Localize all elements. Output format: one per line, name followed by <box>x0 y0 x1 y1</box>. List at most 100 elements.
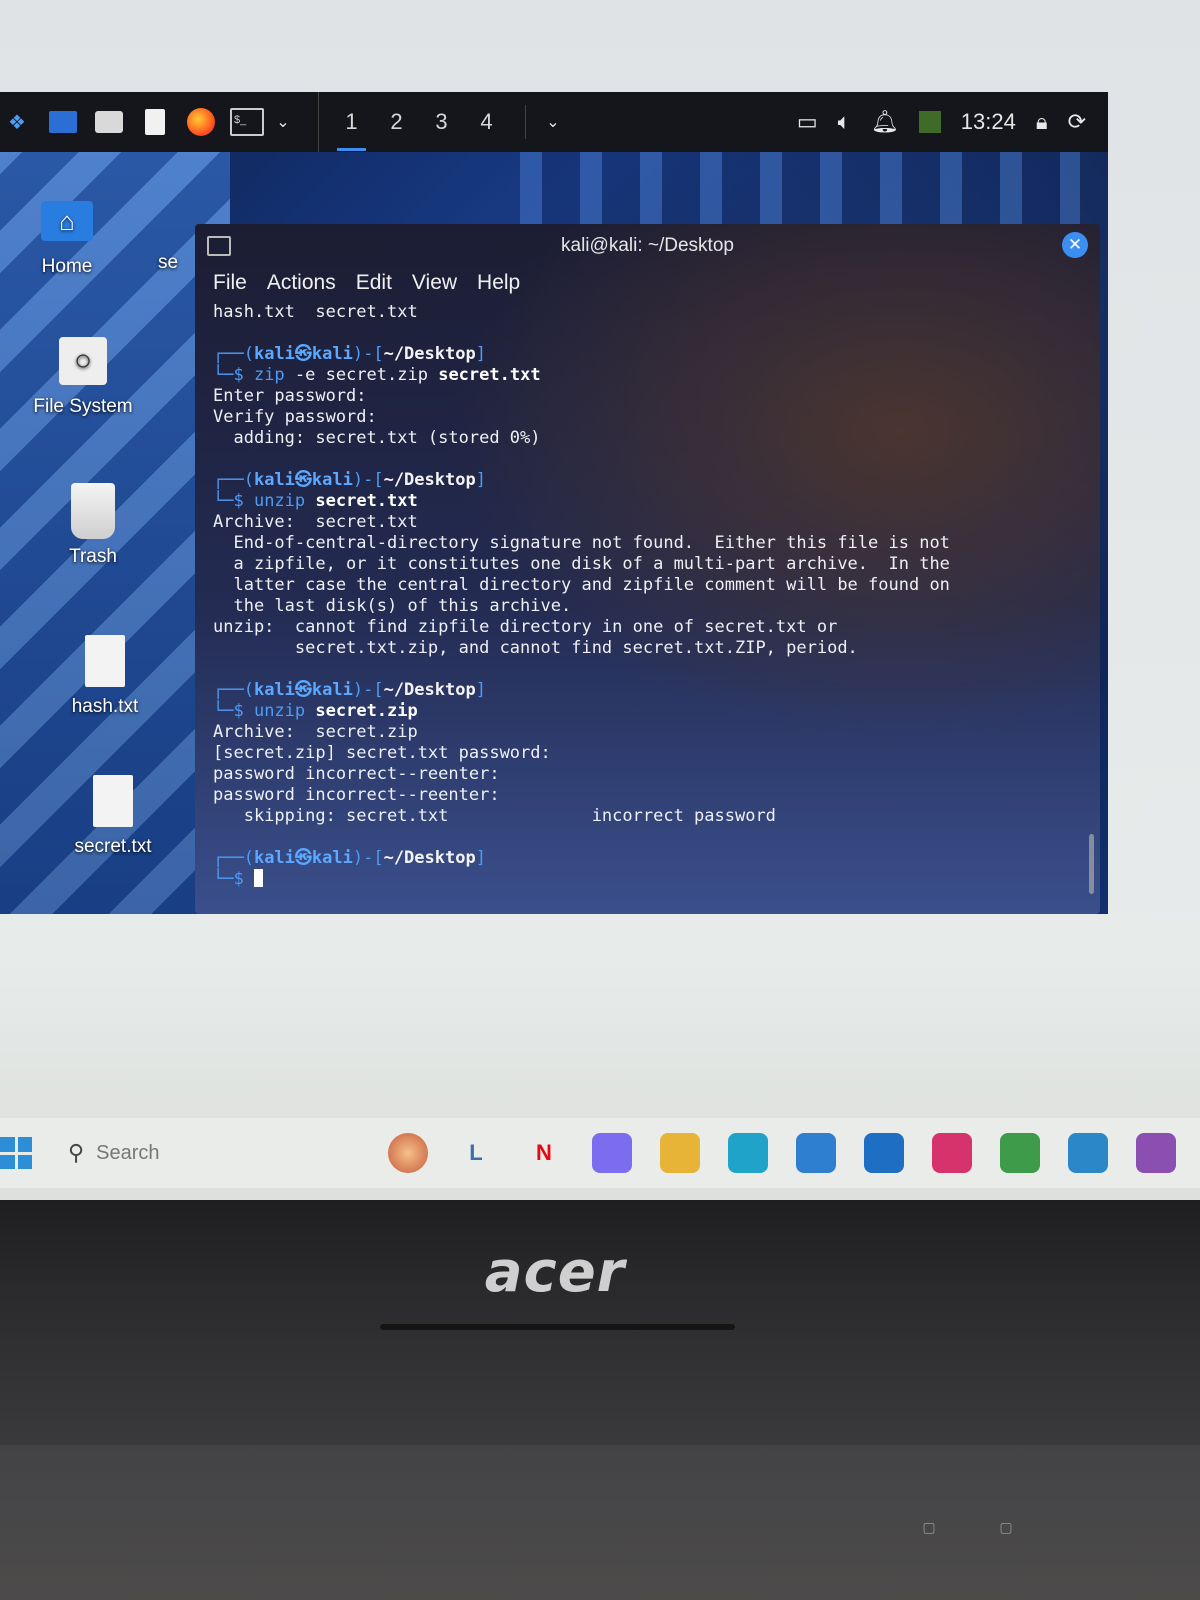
kali-menu-icon[interactable]: ❖ <box>0 105 34 139</box>
terminal-output[interactable]: hash.txt secret.txt ┌──(kali㉿kali)-[~/De… <box>195 302 1100 890</box>
desktop-icon-label: secret.txt <box>74 836 152 857</box>
brand-logo: acer <box>484 1240 626 1305</box>
workspace-4[interactable]: 4 <box>464 109 509 135</box>
lock-icon[interactable]: 🔒︎ <box>1036 109 1048 135</box>
output-line: the last disk(s) of this archive. <box>213 596 1086 617</box>
search-box[interactable]: ⚲ Search <box>68 1140 268 1166</box>
firefox-icon[interactable] <box>184 105 218 139</box>
prompt-dir: ~/Desktop <box>383 470 476 490</box>
volume-icon[interactable]: 🔈︎ <box>838 109 851 135</box>
photo-icon[interactable] <box>1136 1133 1176 1173</box>
prompt-at: ㉿ <box>294 848 312 868</box>
windows-start-icon[interactable] <box>0 1137 32 1169</box>
workspace-1[interactable]: 1 <box>329 109 374 151</box>
taskbar-apps: LN <box>388 1133 1176 1173</box>
instagram-icon[interactable] <box>932 1133 972 1173</box>
output-line: Verify password: <box>213 407 1086 428</box>
prompt-bracket: )-[ <box>352 680 384 700</box>
logout-icon[interactable]: ⟳ <box>1068 109 1086 135</box>
desktop-icon-hash-txt[interactable]: hash.txt <box>40 632 170 718</box>
prompt-dollar: └─$ <box>213 365 254 385</box>
vs-icon[interactable] <box>1068 1133 1108 1173</box>
menu-file[interactable]: File <box>213 271 247 295</box>
laptop-base: ▢ ▢ <box>0 1445 1200 1600</box>
desktop-icon-label: se <box>158 252 179 273</box>
chevron-down-icon[interactable]: ⌄ <box>525 105 570 139</box>
desktop-icon-trash[interactable]: Trash <box>28 482 158 568</box>
search-icon: ⚲ <box>68 1140 85 1165</box>
prompt-at: ㉿ <box>294 470 312 490</box>
desktop-icon[interactable] <box>46 105 80 139</box>
desktop-icon-label: Trash <box>69 546 117 567</box>
chrome-icon[interactable] <box>1000 1133 1040 1173</box>
clock[interactable]: 13:24 <box>961 109 1016 135</box>
text-editor-icon[interactable] <box>138 105 172 139</box>
widgets-icon[interactable] <box>388 1133 428 1173</box>
terminal-icon[interactable]: $_ <box>230 105 264 139</box>
scrollbar[interactable] <box>1089 834 1094 894</box>
output-text: [secret.zip] secret.txt password: <box>213 743 551 763</box>
output-line: latter case the central directory and zi… <box>213 575 1086 596</box>
blank-line <box>213 323 1086 344</box>
close-icon[interactable]: ✕ <box>1062 232 1088 258</box>
output-line: password incorrect--reenter: <box>213 764 1086 785</box>
prompt-bracket: ] <box>475 470 486 490</box>
command-line[interactable]: └─$ <box>213 869 1086 890</box>
hinge <box>380 1324 735 1330</box>
prompt-user: kali <box>253 848 295 868</box>
prompt-bracket: ┌──( <box>213 680 254 700</box>
desktop-icon-partial[interactable]: se <box>158 252 198 274</box>
output-text: latter case the central directory and zi… <box>213 575 950 595</box>
output-line: End-of-central-directory signature not f… <box>213 533 1086 554</box>
edge-icon[interactable] <box>728 1133 768 1173</box>
search-placeholder: Search <box>96 1141 160 1164</box>
outlook-icon[interactable] <box>864 1133 904 1173</box>
prompt-dollar: └─$ <box>213 869 254 889</box>
prompt-bracket: ] <box>475 848 486 868</box>
blank <box>213 659 223 679</box>
desktop-icon-secret-txt[interactable]: secret.txt <box>48 772 178 858</box>
desktop-icon-file-system[interactable]: ○ File System <box>18 332 148 418</box>
prompt-at: ㉿ <box>294 344 312 364</box>
prompt-bracket: )-[ <box>352 848 384 868</box>
output-text: Enter password: <box>213 386 367 406</box>
terminal-menubar: File Actions Edit View Help <box>195 264 1100 302</box>
copilot-icon[interactable] <box>592 1133 632 1173</box>
prompt-dir: ~/Desktop <box>383 680 476 700</box>
menu-actions[interactable]: Actions <box>267 271 336 295</box>
power-manager-icon[interactable] <box>918 111 941 133</box>
output-line: skipping: secret.txt incorrect password <box>213 806 1086 827</box>
workspace-2[interactable]: 2 <box>374 109 419 135</box>
terminal-titlebar[interactable]: kali@kali: ~/Desktop ✕ <box>195 224 1100 264</box>
window-title: kali@kali: ~/Desktop <box>561 235 734 256</box>
lock-indicator-icon: ▢ <box>999 1519 1013 1535</box>
notification-bell-icon[interactable]: 🔔︎ <box>871 109 899 135</box>
folder-icon[interactable] <box>660 1133 700 1173</box>
app-l-icon[interactable]: L <box>456 1133 496 1173</box>
file-manager-icon[interactable] <box>92 105 126 139</box>
desktop-icon-home[interactable]: ⌂ Home <box>2 192 132 278</box>
store-icon[interactable] <box>796 1133 836 1173</box>
prompt-line: ┌──(kali㉿kali)-[~/Desktop] <box>213 470 1086 491</box>
menu-help[interactable]: Help <box>477 271 520 295</box>
prompt-bracket: )-[ <box>352 470 384 490</box>
lock-indicator-icon: ▢ <box>922 1519 936 1535</box>
display-icon[interactable]: ▭ <box>797 109 818 135</box>
chevron-down-icon[interactable]: ⌄ <box>266 105 300 139</box>
prompt-bracket: ┌──( <box>213 344 254 364</box>
command-args <box>305 491 315 511</box>
output-text: password incorrect--reenter: <box>213 785 500 805</box>
output-text: Archive: secret.txt <box>213 512 418 532</box>
prompt-at: ㉿ <box>294 680 312 700</box>
menu-view[interactable]: View <box>412 271 457 295</box>
blank <box>213 827 223 847</box>
terminal-window[interactable]: kali@kali: ~/Desktop ✕ File Actions Edit… <box>195 224 1100 914</box>
menu-edit[interactable]: Edit <box>356 271 392 295</box>
trash-icon <box>64 482 122 540</box>
windows-taskbar: ⚲ Search LN <box>0 1118 1200 1188</box>
workspace-3[interactable]: 3 <box>419 109 464 135</box>
output-line: adding: secret.txt (stored 0%) <box>213 428 1086 449</box>
app-n-icon[interactable]: N <box>524 1133 564 1173</box>
prompt-host: kali <box>311 344 353 364</box>
prompt-bracket: )-[ <box>352 344 384 364</box>
